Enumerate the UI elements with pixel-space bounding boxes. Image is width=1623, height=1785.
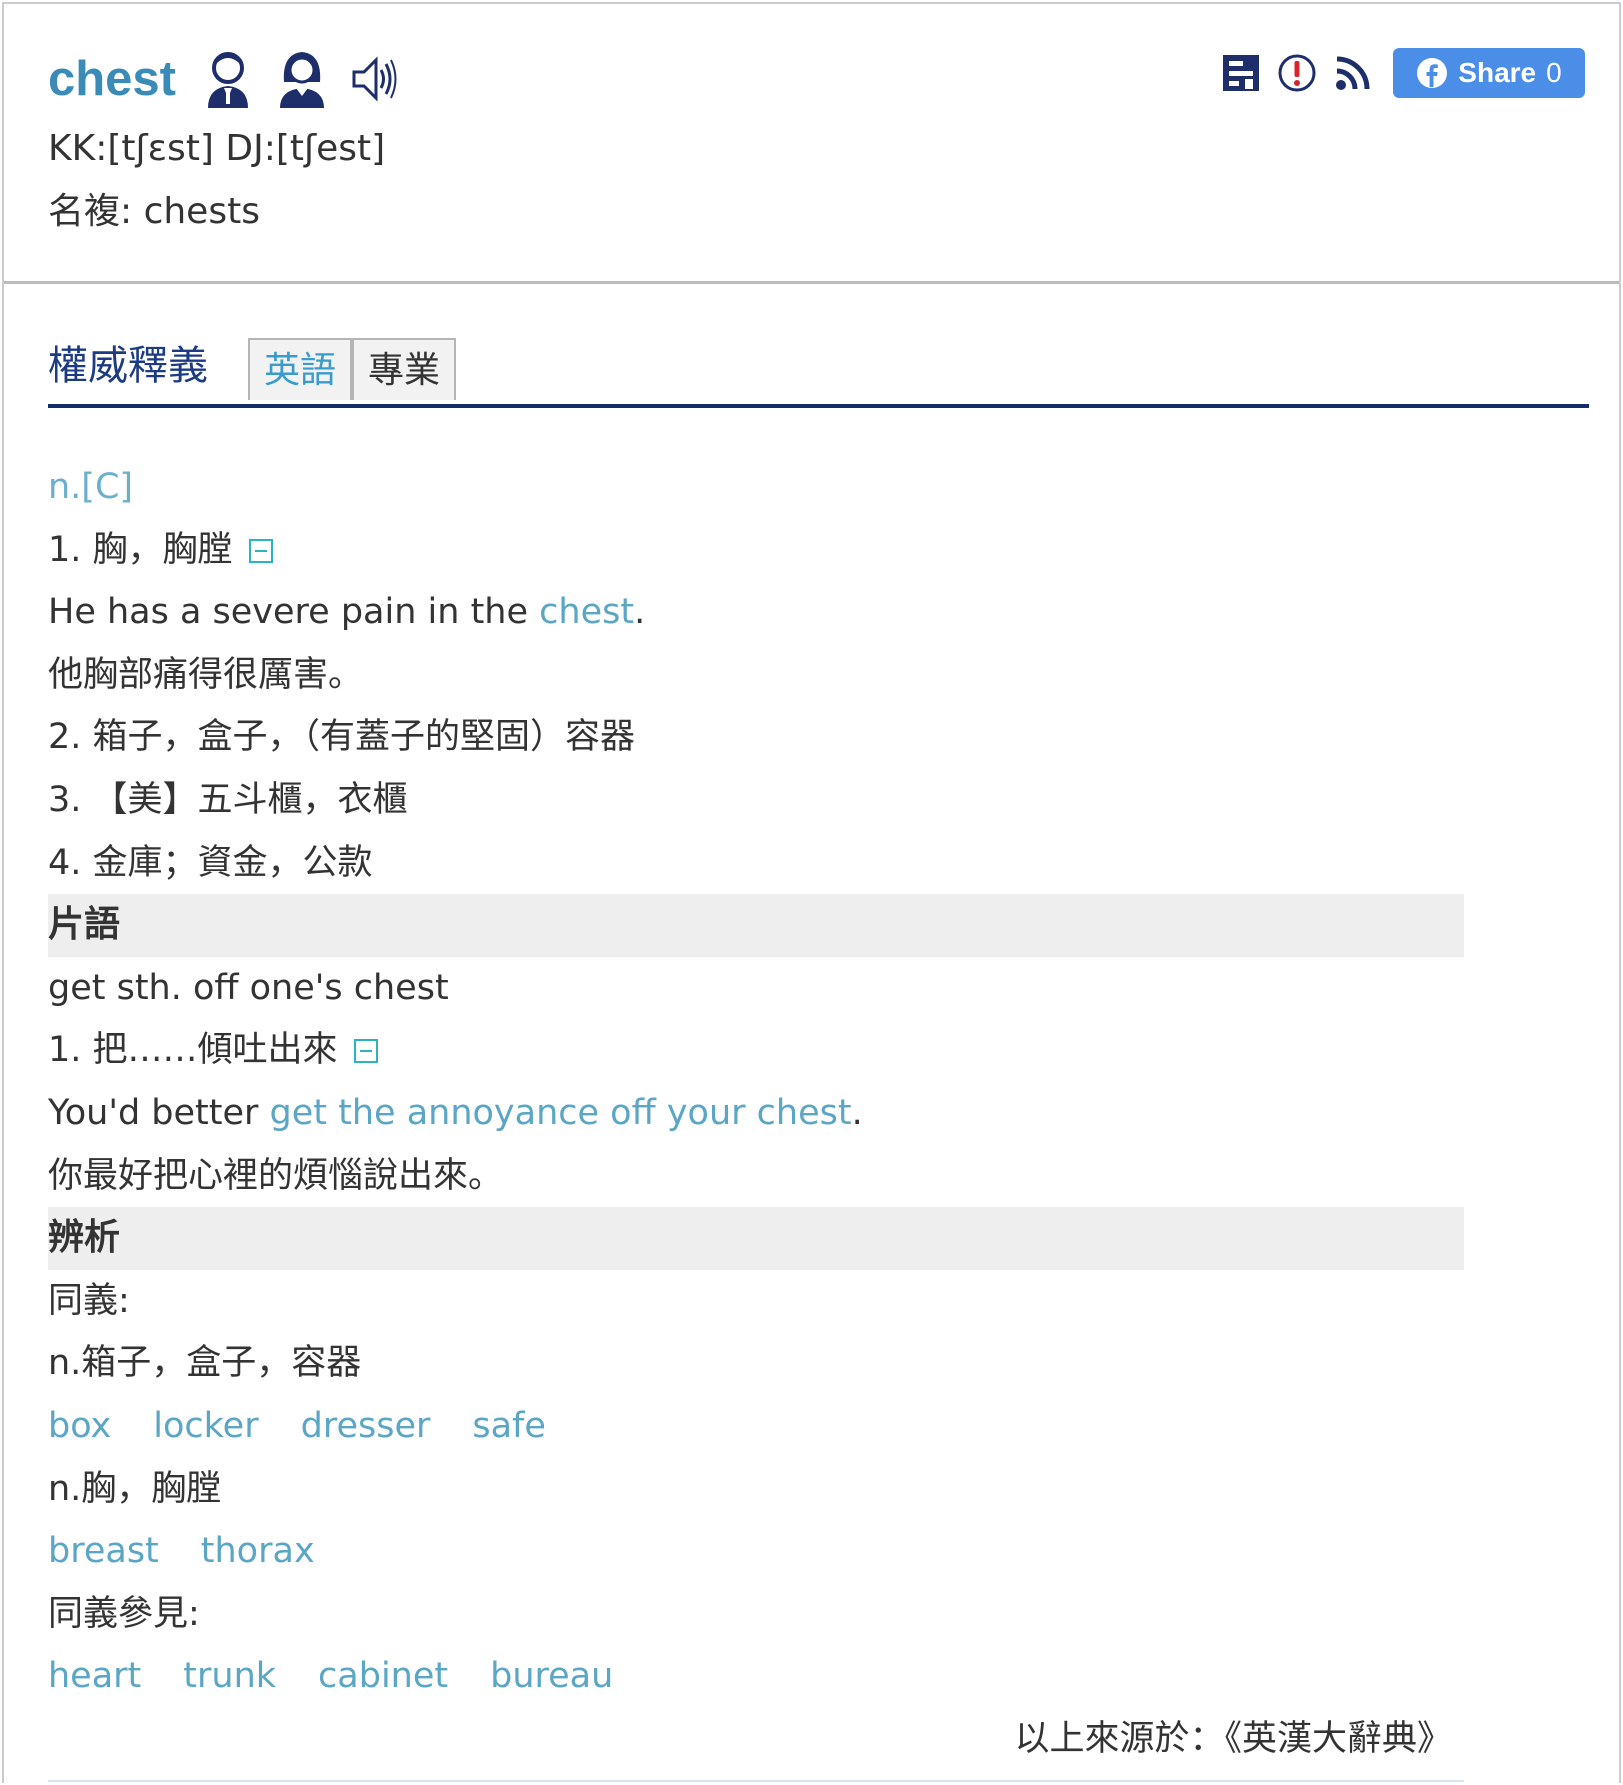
example-text-start: He has a severe pain in the xyxy=(48,592,540,633)
sense-3: 3. 【美】五斗櫃，衣櫃 xyxy=(48,779,408,820)
divider xyxy=(48,1780,1464,1782)
source-attribution: 以上來源於：《英漢大辭典》 xyxy=(1014,1718,1452,1759)
example-sentence: He has a severe pain in the chest. xyxy=(48,581,1464,644)
definition-content: n.[C] 1. 胸，胸膛 He has a severe pain in th… xyxy=(48,456,1464,1770)
headword: chest xyxy=(48,52,177,106)
see-also-link[interactable]: heart xyxy=(48,1656,141,1696)
phrase-example-highlight[interactable]: get the annoyance off your chest xyxy=(270,1093,852,1133)
male-voice-icon[interactable] xyxy=(202,48,254,110)
sense-1-text: 1. 胸，胸膛 xyxy=(48,529,233,570)
phrase-sense-text: 1. 把……傾吐出來 xyxy=(48,1030,338,1071)
see-also-link[interactable]: cabinet xyxy=(318,1656,448,1696)
tab-professional[interactable]: 專業 xyxy=(352,338,456,400)
see-also-label: 同義參見: xyxy=(48,1593,200,1634)
sense-1: 1. 胸，胸膛 xyxy=(48,519,1464,582)
synonym-link[interactable]: breast xyxy=(48,1531,159,1571)
sense-4: 4. 金庫；資金，公款 xyxy=(48,842,373,883)
sense-2: 2. 箱子，盒子，（有蓋子的堅固）容器 xyxy=(48,717,636,758)
synonym-link[interactable]: box xyxy=(48,1406,111,1446)
synonym-group-1-words: box locker dresser safe xyxy=(48,1395,1464,1458)
phrase-example-end: . xyxy=(851,1092,863,1133)
female-voice-icon[interactable] xyxy=(276,48,328,110)
see-also-words: heart trunk cabinet bureau xyxy=(48,1645,1464,1708)
speaker-icon[interactable] xyxy=(350,48,398,110)
phonetic-transcription: KK:[tʃɛst] DJ:[tʃest] xyxy=(48,128,386,169)
synonyms-label: 同義: xyxy=(48,1280,130,1321)
phrase-sense-1: 1. 把……傾吐出來 xyxy=(48,1019,1464,1082)
synonym-group-1-label: n.箱子，盒子，容器 xyxy=(48,1343,362,1384)
synonym-link[interactable]: thorax xyxy=(201,1531,315,1571)
part-of-speech: n.[C] xyxy=(48,467,134,507)
dictionary-icon[interactable] xyxy=(1219,51,1263,95)
synonym-link[interactable]: dresser xyxy=(301,1406,431,1446)
analysis-heading: 辨析 xyxy=(48,1207,1464,1270)
plural-form: 名複: chests xyxy=(48,191,260,232)
word-title-row: chest xyxy=(48,48,398,110)
report-icon[interactable] xyxy=(1275,51,1319,95)
phrases-heading: 片語 xyxy=(48,894,1464,957)
synonym-link[interactable]: locker xyxy=(153,1406,258,1446)
synonym-link[interactable]: safe xyxy=(472,1406,546,1446)
phrase-example-start: You'd better xyxy=(48,1092,270,1133)
phrase-example-translation: 你最好把心裡的煩惱說出來。 xyxy=(48,1155,504,1196)
rss-icon[interactable] xyxy=(1331,51,1375,95)
toolbar: Share 0 xyxy=(1219,48,1585,98)
word-header: chest KK:[tʃɛst] DJ:[tʃest] 名複: chests S… xyxy=(4,4,1619,284)
tab-english[interactable]: 英語 xyxy=(248,338,352,400)
phrase: get sth. off one's chest xyxy=(48,967,449,1008)
collapse-icon[interactable] xyxy=(353,1039,378,1064)
example-translation: 他胸部痛得很厲害。 xyxy=(48,654,364,695)
dictionary-panel: chest KK:[tʃɛst] DJ:[tʃest] 名複: chests S… xyxy=(2,2,1621,1783)
tabs-title: 權威釋義 xyxy=(48,343,208,389)
example-highlight[interactable]: chest xyxy=(539,592,634,632)
see-also-link[interactable]: trunk xyxy=(183,1656,276,1696)
facebook-icon xyxy=(1417,58,1448,88)
collapse-icon[interactable] xyxy=(248,538,273,563)
share-label: Share xyxy=(1458,57,1537,88)
synonym-group-2-words: breast thorax xyxy=(48,1520,1464,1583)
facebook-share-button[interactable]: Share 0 xyxy=(1393,48,1585,98)
share-count: 0 xyxy=(1546,57,1562,88)
phrase-example: You'd better get the annoyance off your … xyxy=(48,1082,1464,1145)
see-also-link[interactable]: bureau xyxy=(490,1656,613,1696)
definition-tabs: 權威釋義 英語 專業 xyxy=(48,338,1589,408)
example-text-end: . xyxy=(634,592,646,633)
synonym-group-2-label: n.胸，胸膛 xyxy=(48,1468,222,1509)
